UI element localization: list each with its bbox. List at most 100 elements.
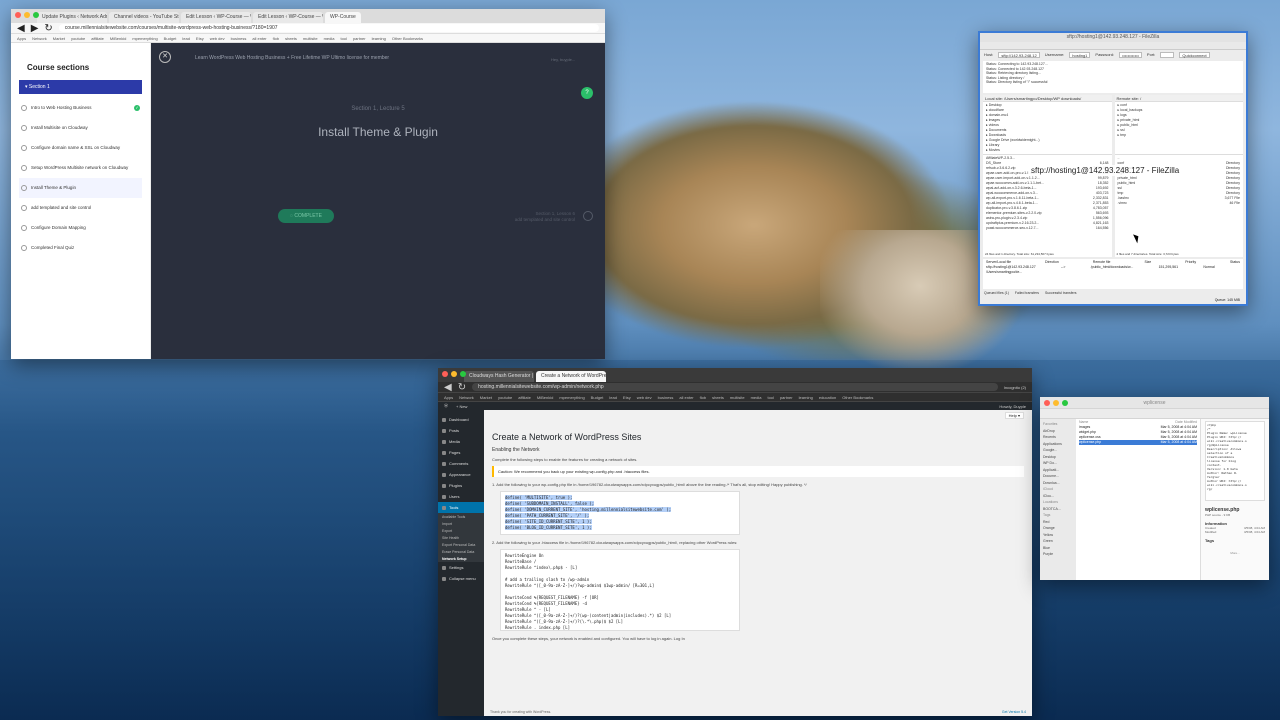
bookmark-item[interactable]: Apps (444, 395, 453, 400)
bookmark-item[interactable]: sheets (712, 395, 724, 400)
bookmark-item[interactable]: web dev (637, 395, 652, 400)
browser-tab[interactable]: WP-Course (325, 12, 361, 23)
bookmark-item[interactable]: sheets (285, 36, 297, 41)
bookmark-item[interactable]: affiliate (91, 36, 104, 41)
bookmark-item[interactable]: lead (182, 36, 190, 41)
minimize-window-icon[interactable] (451, 371, 457, 377)
back-icon[interactable]: ◀ (444, 382, 452, 393)
queue-tab[interactable]: Queued files (1) (984, 291, 1009, 295)
bookmark-item[interactable]: learning (799, 395, 813, 400)
lesson-item[interactable]: Install Theme & Plugin (19, 178, 142, 198)
wp-submenu-item[interactable]: Erase Personal Data (438, 548, 484, 555)
bookmark-item[interactable]: multisite (730, 395, 745, 400)
file-row[interactable]: .vimrc 46 File (1118, 201, 1241, 206)
wp-menu-item[interactable]: Pages (438, 447, 484, 458)
bookmark-item[interactable]: Other Bookmarks (842, 395, 873, 400)
forward-icon[interactable]: ▶ (31, 23, 39, 34)
url-field[interactable]: hosting.millennialsitewebsite.com/wp-adm… (472, 383, 998, 391)
wp-menu-item[interactable]: Comments (438, 458, 484, 469)
more-button[interactable]: More... (1205, 551, 1265, 555)
htaccess-code[interactable]: RewriteEngine On RewriteBase / RewriteRu… (500, 549, 740, 631)
next-lesson-link[interactable]: Section 1, Lesson 6 add templated and sit… (515, 211, 575, 223)
bookmark-item[interactable]: Other Bookmarks (392, 36, 423, 41)
bookmark-item[interactable]: Apps (17, 36, 26, 41)
bookmark-item[interactable]: lead (609, 395, 617, 400)
lesson-item[interactable]: Install Multisite on Cloudway (19, 118, 142, 138)
wp-config-code[interactable]: define( 'MULTISITE', true ); define( 'SU… (500, 491, 740, 535)
wp-submenu-item[interactable]: Site Health (438, 534, 484, 541)
queue-tab[interactable]: Failed transfers (1015, 291, 1039, 295)
window-controls[interactable] (1044, 400, 1068, 406)
bookmark-item[interactable]: learning (372, 36, 386, 41)
bookmark-item[interactable]: media (324, 36, 335, 41)
browser-tab[interactable]: Edit Lesson ‹ WP-Course — W... (181, 12, 251, 23)
window-controls[interactable] (15, 12, 39, 18)
bookmark-item[interactable]: youtube (498, 395, 512, 400)
username-input[interactable]: hosting1 (1069, 51, 1091, 58)
complete-button[interactable]: ◌ COMPLETE (278, 209, 334, 223)
minimize-window-icon[interactable] (1053, 400, 1059, 406)
remote-site-bar[interactable]: Remote site: / (1114, 95, 1243, 102)
wp-submenu-item[interactable]: Import (438, 520, 484, 527)
wp-menu-item[interactable]: Users (438, 491, 484, 502)
wp-logo-icon[interactable]: Ⓦ (444, 403, 448, 409)
bookmark-item[interactable]: partner (353, 36, 366, 41)
password-input[interactable]: •••••••••••• (1119, 51, 1142, 58)
wp-menu-item[interactable]: Settings (438, 562, 484, 573)
user-menu[interactable]: Hey, buyple... (551, 57, 575, 62)
bookmark-item[interactable]: Market (53, 36, 65, 41)
bookmark-item[interactable]: MiBenkid (110, 36, 126, 41)
wp-menu-item[interactable]: Dashboard (438, 414, 484, 425)
wp-submenu-item[interactable]: Network Setup (438, 555, 484, 562)
host-input[interactable]: sftp://142.93.248.12 (998, 51, 1040, 58)
bookmark-item[interactable]: Network (459, 395, 474, 400)
howdy-menu[interactable]: Howdy, Duyple (999, 404, 1026, 409)
zoom-window-icon[interactable] (1062, 400, 1068, 406)
back-icon[interactable]: ◀ (17, 23, 25, 34)
bookmark-item[interactable]: Network (32, 36, 47, 41)
bookmark-item[interactable]: business (658, 395, 674, 400)
port-input[interactable] (1160, 51, 1175, 58)
bookmark-item[interactable]: youtube (71, 36, 85, 41)
bookmark-item[interactable]: Market (480, 395, 492, 400)
section-header[interactable]: ▾ Section 1 (19, 80, 142, 94)
browser-tab[interactable]: Cloudways Hash Generator | Gr... (464, 371, 534, 382)
bookmark-item[interactable]: media (751, 395, 762, 400)
file-row[interactable]: yoast-woocommerce-seo-v.12.7... 164,556 (986, 226, 1109, 231)
bookmark-item[interactable]: Budget (591, 395, 604, 400)
wp-menu-item[interactable]: Media (438, 436, 484, 447)
bookmark-item[interactable]: mpemerything (132, 36, 157, 41)
close-window-icon[interactable] (442, 371, 448, 377)
browser-tab[interactable]: Channel videos - YouTube Studi... (109, 12, 179, 23)
new-menu[interactable]: + New (456, 404, 467, 409)
wp-menu-item[interactable]: Appearance (438, 469, 484, 480)
wp-menu-item[interactable]: Plugins (438, 480, 484, 491)
lesson-item[interactable]: Configure Domain Mapping (19, 218, 142, 238)
zoom-window-icon[interactable] (33, 12, 39, 18)
sidebar-item[interactable]: Purple (1043, 551, 1073, 558)
bookmark-item[interactable]: Etsy (196, 36, 204, 41)
incognito-badge[interactable]: Incognito (2) (1004, 385, 1026, 390)
queue-tab[interactable]: Successful transfers (1045, 291, 1077, 295)
help-icon[interactable]: ? (581, 87, 593, 99)
help-tab[interactable]: Help ▾ (1004, 412, 1024, 419)
bookmark-item[interactable]: affiliate (518, 395, 531, 400)
bookmark-item[interactable]: mpemerything (559, 395, 584, 400)
wp-submenu-item[interactable]: Available Tools (438, 513, 484, 520)
lesson-item[interactable]: Intro to Web Hosting Business ✓ (19, 98, 142, 118)
bookmark-item[interactable]: flob (700, 395, 706, 400)
zoom-window-icon[interactable] (460, 371, 466, 377)
bookmark-item[interactable]: flob (273, 36, 279, 41)
footer-version[interactable]: Get Version 5.4 (1002, 710, 1026, 714)
bookmark-item[interactable]: tool (340, 36, 346, 41)
wp-submenu-item[interactable]: Export (438, 527, 484, 534)
lesson-item[interactable]: Completed Final Quiz (19, 238, 142, 258)
lesson-item[interactable]: Setup WordPress Multisite network on Clo… (19, 158, 142, 178)
reload-icon[interactable]: ↻ (44, 23, 52, 34)
browser-tab[interactable]: Edit Lesson ‹ WP-Course — W... (253, 12, 323, 23)
bookmark-item[interactable]: partner (780, 395, 793, 400)
bookmark-item[interactable]: Etsy (623, 395, 631, 400)
minimize-window-icon[interactable] (24, 12, 30, 18)
file-row[interactable]: wplicense.php Mar 5, 2008 at 4:04 AM (1079, 440, 1197, 445)
quickconnect-button[interactable]: Quickconnect (1179, 51, 1210, 58)
